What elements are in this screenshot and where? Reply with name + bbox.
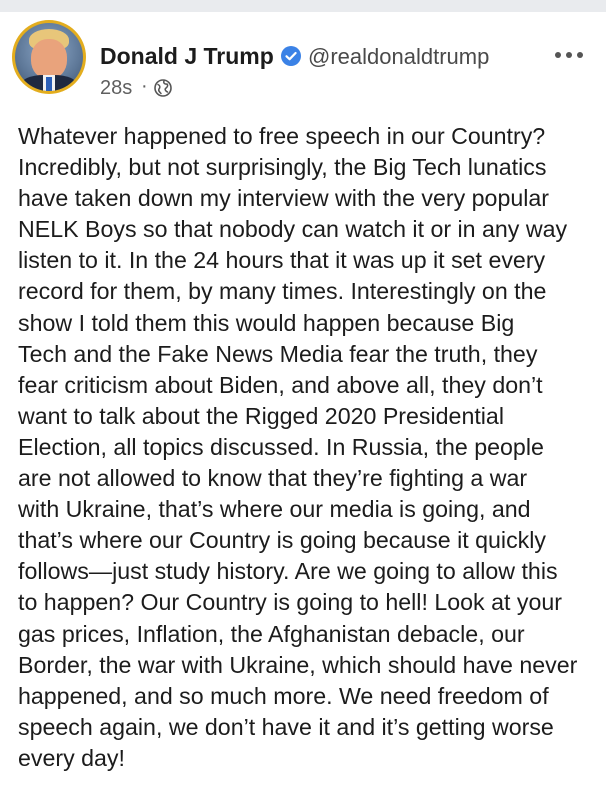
top-divider (0, 0, 606, 12)
post-text-line: Election, all topics discussed. In Russi… (18, 433, 544, 460)
post-timestamp[interactable]: 28s (100, 77, 132, 100)
post-text-line: NELK Boys so that nobody can watch it or… (18, 216, 568, 243)
post-text-line: Whatever happened to free speech in our … (18, 123, 546, 149)
author-handle[interactable]: @realdonaldtrump (308, 44, 489, 70)
post-text-line: follows—just study history. Are we going… (18, 558, 558, 585)
post-text-line: Border, the war with Ukraine, which shou… (18, 651, 578, 678)
meta-separator: · (141, 75, 148, 97)
verified-badge-icon (281, 46, 301, 66)
post-text-line: Incredibly, but not surprisingly, the Bi… (18, 154, 547, 181)
post-text-line: want to talk about the Rigged 2020 Presi… (18, 402, 504, 429)
post-text-line: gas prices, Inflation, the Afghanistan d… (18, 620, 525, 647)
author-name[interactable]: Donald J Trump (100, 43, 274, 70)
profile-photo (15, 23, 83, 91)
post-text-line: with Ukraine, that’s where our media is … (18, 496, 531, 523)
post-text-line: speech again, we don’t have it and it’s … (18, 713, 554, 740)
post-text-line: are not allowed to know that they’re fig… (18, 465, 528, 492)
post-text-line: listen to it. In the 24 hours that it wa… (18, 247, 546, 274)
globe-icon (154, 79, 172, 97)
avatar[interactable] (12, 20, 86, 94)
post-text-line: every day! (18, 744, 125, 771)
post-text-line: happened, and so much more. We need free… (18, 682, 549, 709)
post-text-line: to happen? Our Country is going to hell!… (18, 589, 562, 616)
post-text-line: have taken down my interview with the ve… (18, 185, 550, 212)
post-text-line: Tech and the Fake News Media fear the tr… (18, 340, 538, 367)
post-text: Whatever happened to free speech in our … (18, 121, 596, 774)
post-text-line: show I told them this would happen becau… (18, 309, 515, 336)
post-text-line: record for them, by many times. Interest… (18, 278, 547, 305)
post-text-line: fear criticism about Biden, and above al… (18, 371, 543, 398)
more-options-icon[interactable] (555, 48, 583, 62)
post-text-line: that’s where our Country is going becaus… (18, 527, 547, 554)
